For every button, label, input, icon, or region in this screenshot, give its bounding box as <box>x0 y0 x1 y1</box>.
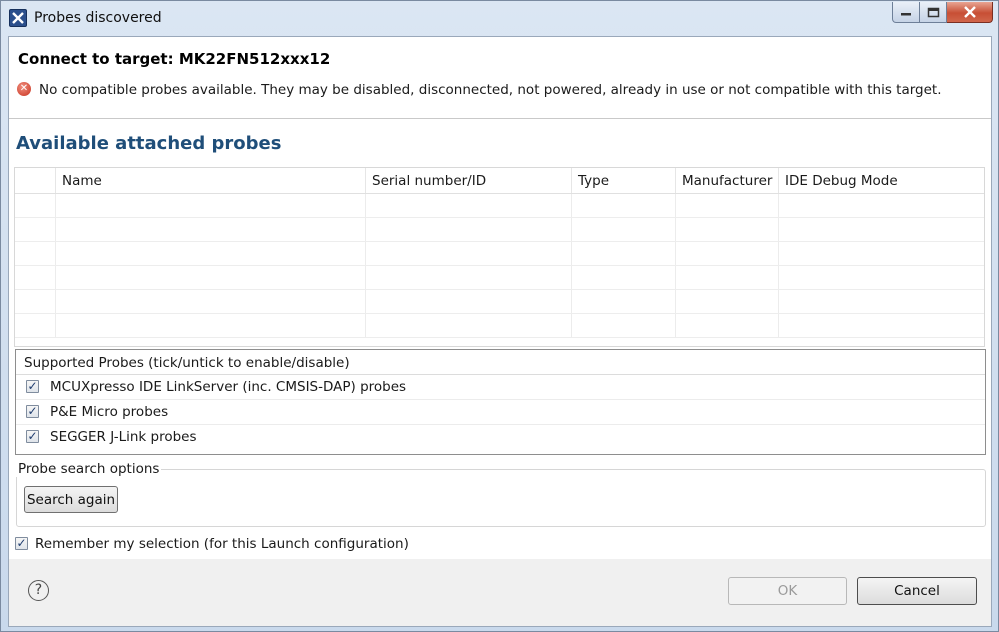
minimize-button[interactable] <box>892 2 920 23</box>
error-x-icon: ✕ <box>17 82 31 96</box>
close-button[interactable] <box>947 2 993 23</box>
remember-selection-label: Remember my selection (for this Launch c… <box>35 536 409 552</box>
error-message: No compatible probes available. They may… <box>39 82 942 98</box>
help-icon[interactable]: ? <box>28 580 49 601</box>
table-row <box>15 290 984 314</box>
list-item[interactable]: ✓ MCUXpresso IDE LinkServer (inc. CMSIS-… <box>16 375 985 400</box>
maximize-button[interactable] <box>920 2 947 23</box>
probe-search-options-group <box>16 469 986 527</box>
column-header-manufacturer[interactable]: Manufacturer <box>676 168 779 193</box>
window-title: Probes discovered <box>34 10 162 26</box>
section-title: Available attached probes <box>16 133 282 154</box>
ok-button[interactable]: OK <box>728 577 847 605</box>
pemicro-label: P&E Micro probes <box>50 404 169 420</box>
cancel-button[interactable]: Cancel <box>857 577 977 605</box>
table-row <box>15 194 984 218</box>
list-item[interactable]: ✓ SEGGER J-Link probes <box>16 425 985 450</box>
window-controls <box>892 2 993 23</box>
close-icon <box>963 6 976 18</box>
table-row <box>15 218 984 242</box>
column-header-select[interactable] <box>15 168 56 193</box>
supported-probes-header: Supported Probes (tick/untick to enable/… <box>16 350 985 375</box>
column-header-name[interactable]: Name <box>56 168 366 193</box>
column-header-debug-mode[interactable]: IDE Debug Mode <box>779 168 984 193</box>
linkserver-checkbox[interactable]: ✓ <box>26 380 39 393</box>
pemicro-checkbox[interactable]: ✓ <box>26 405 39 418</box>
search-again-button[interactable]: Search again <box>24 486 118 513</box>
button-bar: ? OK Cancel <box>9 559 991 626</box>
dialog-content: Connect to target: MK22FN512xxx12 ✕ No c… <box>8 36 992 627</box>
table-row <box>15 242 984 266</box>
minimize-icon <box>901 13 911 16</box>
jlink-label: SEGGER J-Link probes <box>50 429 197 445</box>
table-row <box>15 314 984 338</box>
column-header-type[interactable]: Type <box>572 168 676 193</box>
list-item[interactable]: ✓ P&E Micro probes <box>16 400 985 425</box>
title-bar[interactable]: Probes discovered <box>1 1 998 35</box>
probes-dialog: Probes discovered Connect to target: MK2… <box>0 0 999 632</box>
table-row <box>15 266 984 290</box>
jlink-checkbox[interactable]: ✓ <box>26 430 39 443</box>
probe-search-options-legend: Probe search options <box>16 461 162 477</box>
maximize-icon <box>927 7 939 17</box>
probes-table-header: Name Serial number/ID Type Manufacturer … <box>15 168 984 194</box>
supported-probes-list: Supported Probes (tick/untick to enable/… <box>15 349 986 455</box>
probes-table[interactable]: Name Serial number/ID Type Manufacturer … <box>14 167 985 347</box>
dialog-heading: Connect to target: MK22FN512xxx12 <box>18 50 331 68</box>
column-header-serial[interactable]: Serial number/ID <box>366 168 572 193</box>
linkserver-label: MCUXpresso IDE LinkServer (inc. CMSIS-DA… <box>50 379 407 395</box>
remember-selection-checkbox[interactable]: ✓ <box>15 537 28 550</box>
app-icon <box>9 9 27 27</box>
dialog-header: Connect to target: MK22FN512xxx12 ✕ No c… <box>9 37 991 119</box>
